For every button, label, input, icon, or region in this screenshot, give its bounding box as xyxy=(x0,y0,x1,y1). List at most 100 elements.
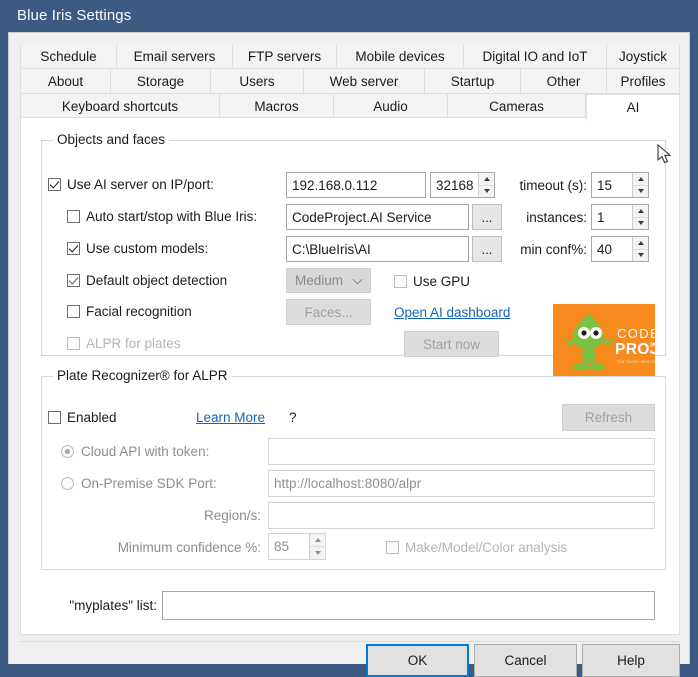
tab-mobile-devices[interactable]: Mobile devices xyxy=(337,44,464,69)
help-button[interactable]: Help xyxy=(582,644,680,677)
make-model-color-checkbox-row[interactable]: Make/Model/Color analysis xyxy=(386,540,567,555)
plate-enabled-checkbox[interactable] xyxy=(48,411,61,424)
tab-other[interactable]: Other xyxy=(521,69,607,94)
learn-more-link[interactable]: Learn More xyxy=(196,410,265,425)
tab-macros[interactable]: Macros xyxy=(220,94,334,119)
port-spinner-up[interactable] xyxy=(479,173,494,186)
tab-startup[interactable]: Startup xyxy=(425,69,521,94)
custom-models-path-input[interactable]: C:\BlueIris\AI xyxy=(286,236,469,262)
tab-keyboard-shortcuts[interactable]: Keyboard shortcuts xyxy=(20,94,220,119)
cloud-api-radio[interactable] xyxy=(61,445,74,458)
regions-input[interactable] xyxy=(268,502,655,529)
use-custom-models-checkbox-row[interactable]: Use custom models: xyxy=(67,241,208,256)
min-conf-spinner-down[interactable] xyxy=(633,249,648,261)
arrow-up-icon xyxy=(483,176,490,181)
tab-users[interactable]: Users xyxy=(211,69,304,94)
window-title: Blue Iris Settings xyxy=(17,7,132,24)
facial-recognition-checkbox-row[interactable]: Facial recognition xyxy=(67,304,192,319)
bottom-separator xyxy=(20,641,680,642)
instances-spinner-buttons[interactable] xyxy=(632,205,648,229)
tab-digital-io-iot[interactable]: Digital IO and IoT xyxy=(464,44,607,69)
on-premise-radio-row[interactable]: On-Premise SDK Port: xyxy=(61,476,217,491)
tab-cameras[interactable]: Cameras xyxy=(448,94,586,119)
tab-label: Storage xyxy=(136,73,185,89)
auto-start-stop-checkbox[interactable] xyxy=(67,210,80,223)
browse-models-button[interactable]: ... xyxy=(472,236,502,262)
refresh-button[interactable]: Refresh xyxy=(562,404,655,431)
ai-server-ip-input[interactable]: 192.168.0.112 xyxy=(286,172,426,198)
tab-audio[interactable]: Audio xyxy=(334,94,448,119)
use-ai-server-checkbox[interactable] xyxy=(48,178,61,191)
arrow-down-icon xyxy=(637,189,644,194)
auto-start-stop-label: Auto start/stop with Blue Iris: xyxy=(86,209,258,224)
cloud-api-label: Cloud API with token: xyxy=(81,444,210,459)
browse-service-label: ... xyxy=(481,209,493,225)
use-ai-server-checkbox-row[interactable]: Use AI server on IP/port: xyxy=(48,177,214,192)
myplates-input[interactable] xyxy=(162,591,655,620)
facial-recognition-checkbox[interactable] xyxy=(67,305,80,318)
on-premise-radio[interactable] xyxy=(61,477,74,490)
on-premise-url-input[interactable]: http://localhost:8080/alpr xyxy=(268,470,655,497)
open-ai-dashboard-link[interactable]: Open AI dashboard xyxy=(394,305,510,320)
plate-min-conf-spinner-up[interactable] xyxy=(310,534,325,547)
tab-schedule[interactable]: Schedule xyxy=(20,44,117,69)
arrow-up-icon xyxy=(637,208,644,213)
timeout-spinner-down[interactable] xyxy=(633,185,648,197)
arrow-up-icon xyxy=(314,538,321,542)
cloud-token-input[interactable] xyxy=(268,438,655,465)
arrow-down-icon xyxy=(637,253,644,258)
tab-email-servers[interactable]: Email servers xyxy=(117,44,233,69)
port-spinner-down[interactable] xyxy=(479,185,494,197)
faces-button-label: Faces... xyxy=(304,304,353,320)
use-gpu-label: Use GPU xyxy=(413,274,471,289)
use-custom-models-checkbox[interactable] xyxy=(67,242,80,255)
tab-label: Cameras xyxy=(489,98,544,114)
detection-size-combo[interactable]: Medium xyxy=(286,268,371,293)
port-spinner-buttons[interactable] xyxy=(478,173,494,197)
min-conf-spinner[interactable]: 40 xyxy=(591,236,649,262)
plate-min-confidence-spinner-buttons[interactable] xyxy=(309,534,325,559)
cancel-button[interactable]: Cancel xyxy=(474,644,577,677)
title-bar: Blue Iris Settings xyxy=(0,0,698,32)
instances-spinner-down[interactable] xyxy=(633,217,648,229)
tab-row-2: About Storage Users Web server Startup O… xyxy=(20,69,680,94)
instances-spinner-up[interactable] xyxy=(633,205,648,218)
auto-start-stop-checkbox-row[interactable]: Auto start/stop with Blue Iris: xyxy=(67,209,257,224)
timeout-spinner[interactable]: 15 xyxy=(591,172,649,198)
start-now-button[interactable]: Start now xyxy=(404,331,499,357)
min-conf-spinner-up[interactable] xyxy=(633,237,648,250)
plate-enabled-checkbox-row[interactable]: Enabled xyxy=(48,410,117,425)
browse-service-button[interactable]: ... xyxy=(472,204,502,230)
arrow-down-icon xyxy=(314,551,321,555)
tab-about[interactable]: About xyxy=(20,69,111,94)
tab-ftp-servers[interactable]: FTP servers xyxy=(233,44,337,69)
default-object-detection-checkbox-row[interactable]: Default object detection xyxy=(67,273,227,288)
plate-min-confidence-spinner[interactable]: 85 xyxy=(268,533,326,560)
make-model-color-checkbox[interactable] xyxy=(386,541,399,554)
regions-label: Region/s: xyxy=(203,508,261,523)
ai-settings-panel: Objects and faces Use AI server on IP/po… xyxy=(20,117,680,635)
tab-ai[interactable]: AI xyxy=(586,94,680,121)
alpr-for-plates-checkbox[interactable] xyxy=(67,337,80,350)
timeout-spinner-buttons[interactable] xyxy=(632,173,648,197)
tab-joystick[interactable]: Joystick xyxy=(607,44,680,69)
tab-profiles[interactable]: Profiles xyxy=(607,69,680,94)
ok-button[interactable]: OK xyxy=(366,644,469,677)
ai-service-name-input[interactable]: CodeProject.AI Service xyxy=(286,204,469,230)
plate-min-conf-spinner-down[interactable] xyxy=(310,547,325,559)
cloud-api-radio-row[interactable]: Cloud API with token: xyxy=(61,444,209,459)
min-conf-spinner-buttons[interactable] xyxy=(632,237,648,261)
instances-spinner[interactable]: 1 xyxy=(591,204,649,230)
timeout-spinner-up[interactable] xyxy=(633,173,648,186)
tab-web-server[interactable]: Web server xyxy=(304,69,425,94)
codeproject-logo: CODE PROJECT ® For those who code xyxy=(553,304,655,377)
svg-text:For those who code: For those who code xyxy=(617,359,655,364)
use-gpu-checkbox[interactable] xyxy=(394,275,407,288)
tab-storage[interactable]: Storage xyxy=(111,69,211,94)
faces-button[interactable]: Faces... xyxy=(286,299,371,325)
default-object-detection-checkbox[interactable] xyxy=(67,274,80,287)
alpr-for-plates-checkbox-row[interactable]: ALPR for plates xyxy=(67,336,181,351)
plate-help-marker[interactable]: ? xyxy=(289,410,297,425)
use-gpu-checkbox-row[interactable]: Use GPU xyxy=(394,274,470,289)
ai-server-port-spinner[interactable]: 32168 xyxy=(430,172,495,198)
